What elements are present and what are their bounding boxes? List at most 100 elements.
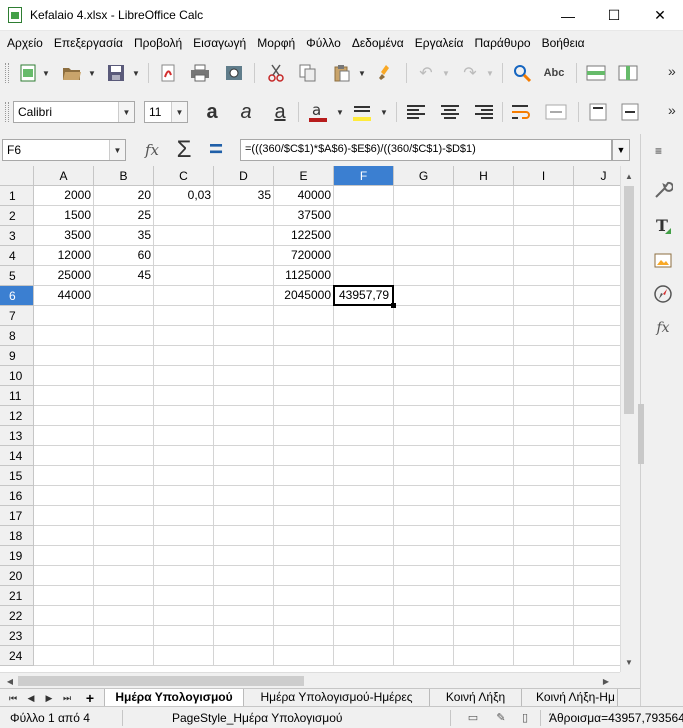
cell-a9[interactable] (34, 346, 94, 366)
row-header-12[interactable]: 12 (0, 406, 34, 426)
cell-c2[interactable] (154, 206, 214, 226)
cell-j14[interactable] (574, 446, 620, 466)
cell-a12[interactable] (34, 406, 94, 426)
cell-f12[interactable] (334, 406, 394, 426)
cell-e6[interactable]: 2045000 (274, 286, 334, 306)
cell-i15[interactable] (514, 466, 574, 486)
column-header-c[interactable]: C (154, 166, 214, 186)
undo-icon[interactable]: ↶ (414, 61, 438, 85)
cell-j6[interactable] (574, 286, 620, 306)
cell-g13[interactable] (394, 426, 454, 446)
cell-g16[interactable] (394, 486, 454, 506)
cell-f4[interactable] (334, 246, 394, 266)
cell-d12[interactable] (214, 406, 274, 426)
scroll-up-icon[interactable]: ▲ (621, 168, 637, 184)
cell-b8[interactable] (94, 326, 154, 346)
cell-a22[interactable] (34, 606, 94, 626)
cell-b23[interactable] (94, 626, 154, 646)
functions-icon[interactable]: fx (651, 316, 675, 340)
cell-d15[interactable] (214, 466, 274, 486)
row-header-15[interactable]: 15 (0, 466, 34, 486)
cell-g18[interactable] (394, 526, 454, 546)
cell-i12[interactable] (514, 406, 574, 426)
cell-f8[interactable] (334, 326, 394, 346)
cell-a21[interactable] (34, 586, 94, 606)
wrap-text-icon[interactable] (510, 100, 534, 124)
row-header-21[interactable]: 21 (0, 586, 34, 606)
cell-g15[interactable] (394, 466, 454, 486)
cell-d6[interactable] (214, 286, 274, 306)
row-header-20[interactable]: 20 (0, 566, 34, 586)
align-center-icon[interactable] (438, 100, 462, 124)
cell-c23[interactable] (154, 626, 214, 646)
cell-a5[interactable]: 25000 (34, 266, 94, 286)
align-left-icon[interactable] (404, 100, 428, 124)
cell-e22[interactable] (274, 606, 334, 626)
cell-b16[interactable] (94, 486, 154, 506)
row-header-19[interactable]: 19 (0, 546, 34, 566)
column-header-a[interactable]: A (34, 166, 94, 186)
cell-b20[interactable] (94, 566, 154, 586)
cell-j19[interactable] (574, 546, 620, 566)
row-header-8[interactable]: 8 (0, 326, 34, 346)
cell-e18[interactable] (274, 526, 334, 546)
cell-b5[interactable]: 45 (94, 266, 154, 286)
close-button[interactable]: ✕ (637, 0, 683, 31)
column-header-f[interactable]: F (334, 166, 394, 186)
menu-tools[interactable]: Εργαλεία (411, 36, 468, 50)
cell-i24[interactable] (514, 646, 574, 666)
cell-i13[interactable] (514, 426, 574, 446)
sheet-tab[interactable]: Κοινή Λήξη-Ημ (522, 689, 618, 706)
cell-j23[interactable] (574, 626, 620, 646)
cell-f18[interactable] (334, 526, 394, 546)
cell-i17[interactable] (514, 506, 574, 526)
gallery-icon[interactable] (651, 248, 675, 272)
cell-i8[interactable] (514, 326, 574, 346)
cell-a1[interactable]: 2000 (34, 186, 94, 206)
cell-h20[interactable] (454, 566, 514, 586)
cell-d9[interactable] (214, 346, 274, 366)
row-header-10[interactable]: 10 (0, 366, 34, 386)
next-sheet-icon[interactable]: ▶ (42, 690, 56, 706)
cell-j16[interactable] (574, 486, 620, 506)
row-header-18[interactable]: 18 (0, 526, 34, 546)
font-color-icon[interactable]: a (306, 100, 330, 124)
font-name-combo[interactable]: Calibri ▼ (13, 101, 135, 123)
formula-icon[interactable]: = (204, 136, 228, 163)
cell-i7[interactable] (514, 306, 574, 326)
cell-e9[interactable] (274, 346, 334, 366)
cell-h5[interactable] (454, 266, 514, 286)
cell-h13[interactable] (454, 426, 514, 446)
cell-g20[interactable] (394, 566, 454, 586)
vertical-scrollbar[interactable]: ▲ ▼ (620, 166, 636, 672)
cell-i20[interactable] (514, 566, 574, 586)
cell-d1[interactable]: 35 (214, 186, 274, 206)
cell-f9[interactable] (334, 346, 394, 366)
cell-d13[interactable] (214, 426, 274, 446)
column-header-g[interactable]: G (394, 166, 454, 186)
underline-icon[interactable]: a (268, 100, 292, 124)
cell-c8[interactable] (154, 326, 214, 346)
column-header-i[interactable]: I (514, 166, 574, 186)
cell-f24[interactable] (334, 646, 394, 666)
cell-e3[interactable]: 122500 (274, 226, 334, 246)
cell-g11[interactable] (394, 386, 454, 406)
cell-c6[interactable] (154, 286, 214, 306)
menu-insert[interactable]: Εισαγωγή (189, 36, 250, 50)
cell-g7[interactable] (394, 306, 454, 326)
cell-e5[interactable]: 1125000 (274, 266, 334, 286)
cell-b15[interactable] (94, 466, 154, 486)
cell-g6[interactable] (394, 286, 454, 306)
cell-a17[interactable] (34, 506, 94, 526)
row-header-11[interactable]: 11 (0, 386, 34, 406)
spreadsheet-grid[interactable]: A B C D E F G H I J 1 2000 20 0,03 35 40000 2 1500 25 37500… (0, 166, 620, 672)
align-middle-icon[interactable] (618, 100, 642, 124)
cell-i2[interactable] (514, 206, 574, 226)
cell-c21[interactable] (154, 586, 214, 606)
cell-h10[interactable] (454, 366, 514, 386)
cell-e24[interactable] (274, 646, 334, 666)
cell-e21[interactable] (274, 586, 334, 606)
cell-b24[interactable] (94, 646, 154, 666)
print-preview-icon[interactable] (222, 61, 246, 85)
cell-g10[interactable] (394, 366, 454, 386)
